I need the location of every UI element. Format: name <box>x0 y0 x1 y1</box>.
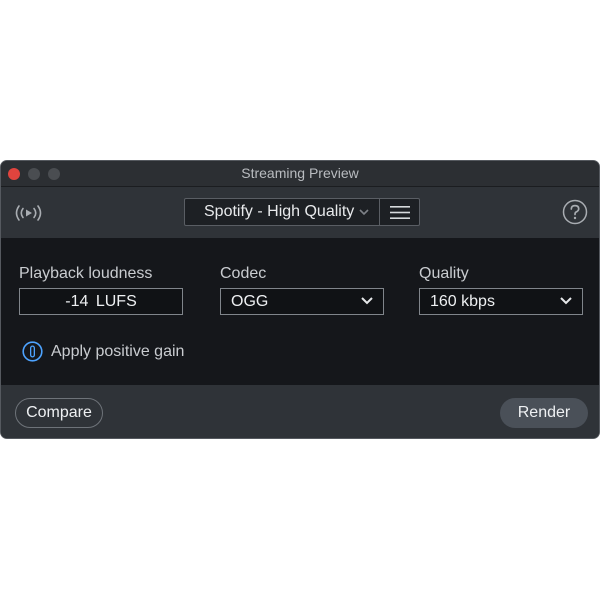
preset-value: Spotify - High Quality <box>204 203 355 220</box>
title-bar: Streaming Preview <box>1 161 599 187</box>
quality-select[interactable]: 160 kbps <box>419 288 583 315</box>
quality-value: 160 kbps <box>430 293 495 310</box>
apply-positive-gain-toggle[interactable] <box>22 341 43 362</box>
settings-panel: Playback loudness -14 LUFS Codec OGG Qua… <box>1 238 599 385</box>
apply-positive-gain-label: Apply positive gain <box>51 343 185 360</box>
chevron-down-icon <box>560 297 572 305</box>
compare-button[interactable]: Compare <box>15 398 103 428</box>
codec-label: Codec <box>220 265 267 282</box>
help-question-icon[interactable] <box>562 199 588 225</box>
preset-menu-button[interactable] <box>379 198 420 226</box>
chevron-down-icon <box>355 199 373 225</box>
broadcast-stream-icon[interactable] <box>13 202 43 224</box>
render-button[interactable]: Render <box>500 398 588 428</box>
preset-select[interactable]: Spotify - High Quality <box>184 198 380 226</box>
chevron-down-icon <box>361 297 373 305</box>
hamburger-menu-icon <box>390 206 410 219</box>
playback-loudness-label: Playback loudness <box>19 265 153 282</box>
playback-loudness-field[interactable]: -14 LUFS <box>19 288 183 315</box>
toolbar: Spotify - High Quality <box>1 187 599 238</box>
footer-bar: Compare Render <box>1 385 599 438</box>
window-title: Streaming Preview <box>241 165 359 181</box>
codec-value: OGG <box>231 293 269 310</box>
quality-label: Quality <box>419 265 469 282</box>
codec-select[interactable]: OGG <box>220 288 384 315</box>
streaming-preview-window: Streaming Preview Spotify - High Quality <box>0 160 600 439</box>
